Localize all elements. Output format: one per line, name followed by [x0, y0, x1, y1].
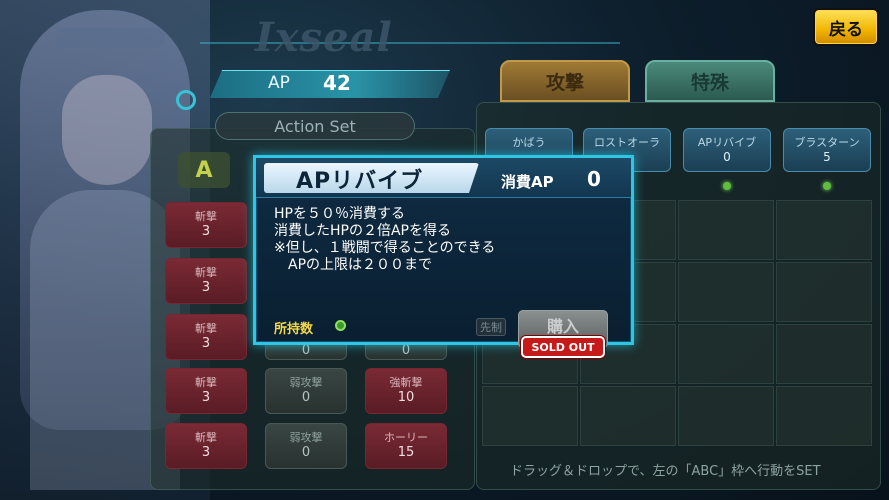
ap-label: AP: [268, 73, 290, 93]
skill-value: 15: [397, 445, 415, 460]
special-skill-ap-revive[interactable]: APリバイブ 0: [683, 128, 771, 172]
skill-name: ホーリー: [384, 431, 428, 444]
grid-cell: [678, 200, 774, 260]
skill-value: 3: [201, 224, 211, 239]
skill-slot-r0c0[interactable]: 斬撃 3: [165, 202, 247, 248]
tab-special[interactable]: 特殊: [645, 60, 775, 102]
skill-name: 弱攻撃: [289, 376, 323, 389]
owned-count-label: 所持数: [274, 322, 314, 337]
skill-value: 10: [397, 390, 415, 405]
first-strike-badge: 先制: [476, 318, 506, 336]
dialog-header: APリバイブ 消費AP 0: [256, 158, 631, 198]
special-value: 0: [723, 150, 731, 164]
grid-cell: [776, 386, 872, 446]
grid-cell: [678, 386, 774, 446]
grid-cell: [776, 262, 872, 322]
skill-slot-r1c0[interactable]: 斬撃 3: [165, 258, 247, 304]
skill-value: 3: [201, 336, 211, 351]
skill-name: 斬撃: [195, 322, 217, 335]
special-name: ロストオーラ: [594, 136, 660, 149]
skill-slot-r3c1[interactable]: 弱攻撃 0: [265, 368, 347, 414]
grid-cell: [776, 200, 872, 260]
description-line: 消費したHPの２倍APを得る: [274, 223, 451, 239]
grid-cell: [482, 386, 578, 446]
description-line: HPを５０％消費する: [274, 206, 405, 222]
skill-description: HPを５０％消費する 消費したHPの２倍APを得る ※但し、１戦闘で得ることので…: [274, 206, 495, 274]
special-name: APリバイブ: [697, 136, 757, 149]
skill-name: 強斬撃: [389, 376, 423, 389]
skill-value: 3: [201, 445, 211, 460]
skill-slot-r4c2[interactable]: ホーリー 15: [365, 423, 447, 469]
skill-name: 斬撃: [195, 431, 217, 444]
action-set-title: Action Set: [215, 112, 415, 140]
skill-value: 0: [301, 390, 311, 405]
character-headset: [55, 28, 165, 48]
skill-slot-r4c1[interactable]: 弱攻撃 0: [265, 423, 347, 469]
ap-cost-label: 消費AP: [501, 173, 554, 191]
skill-value: 0: [301, 445, 311, 460]
grid-cell: [580, 386, 676, 446]
skill-name: 斬撃: [195, 376, 217, 389]
skill-slot-r3c0[interactable]: 斬撃 3: [165, 368, 247, 414]
sold-out-badge: SOLD OUT: [521, 336, 605, 358]
skill-name: 斬撃: [195, 210, 217, 223]
game-screen: Ixseal AP 42 戻る 攻撃 特殊 Action Set A 斬撃 3 …: [0, 0, 889, 500]
grid-cell: [776, 324, 872, 384]
skill-name: 弱攻撃: [289, 431, 323, 444]
description-line: APの上限は２００まで: [274, 257, 433, 273]
dialog-title: APリバイブ: [296, 169, 424, 194]
character-face: [62, 75, 152, 185]
skill-value: 3: [201, 280, 211, 295]
tab-attack[interactable]: 攻撃: [500, 60, 630, 102]
ap-ring-icon: [176, 90, 196, 110]
owned-indicator-icon: [335, 320, 346, 331]
ap-value: 42: [323, 71, 351, 95]
ap-cost-value: 0: [587, 167, 601, 191]
skill-value: 3: [201, 390, 211, 405]
skill-slot-r3c2[interactable]: 強斬撃 10: [365, 368, 447, 414]
skill-name: 斬撃: [195, 266, 217, 279]
drag-drop-hint: ドラッグ＆ドロップで、左の「ABC」枠へ行動をSET: [510, 464, 821, 479]
description-line: ※但し、１戦闘で得ることのできる: [274, 240, 496, 256]
slot-a-label[interactable]: A: [178, 152, 230, 188]
special-skill-blaster[interactable]: ブラスターン 5: [783, 128, 871, 172]
owned-dot-icon: [723, 182, 731, 190]
skill-slot-r2c0[interactable]: 斬撃 3: [165, 314, 247, 360]
special-name: ブラスターン: [794, 136, 860, 149]
game-logo: Ixseal: [255, 14, 393, 61]
special-name: かばう: [512, 136, 546, 149]
grid-cell: [678, 324, 774, 384]
owned-dot-icon: [823, 182, 831, 190]
back-button[interactable]: 戻る: [813, 8, 879, 46]
grid-cell: [678, 262, 774, 322]
special-value: 5: [823, 150, 831, 164]
skill-slot-r4c0[interactable]: 斬撃 3: [165, 423, 247, 469]
